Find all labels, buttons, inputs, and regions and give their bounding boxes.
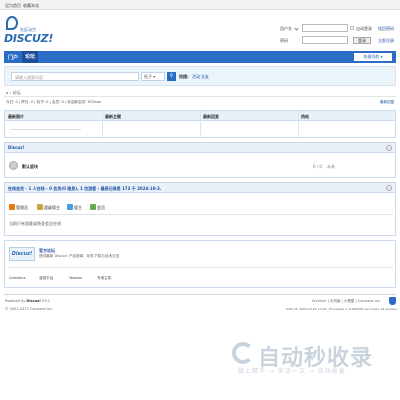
powered-brand-link[interactable]: Discuz! (26, 299, 40, 303)
official-forum-logo[interactable]: Discuz! (9, 247, 35, 261)
version-text: X3.2 (41, 299, 50, 303)
shield-icon (389, 297, 396, 305)
username-select[interactable]: 用户名 (280, 26, 292, 32)
hot-search-label: 热搜: (179, 74, 189, 79)
mod-icon (67, 204, 73, 210)
auto-login-label: 自动登录 (356, 26, 372, 31)
col-hot: 热帖 (301, 114, 309, 119)
quick-nav-button[interactable]: 快捷导航 ▾ (354, 53, 392, 61)
search-icon: ⚲ (169, 73, 174, 79)
username-field[interactable] (302, 24, 348, 32)
breadcrumb-separator: › (9, 90, 12, 95)
divider (9, 267, 393, 268)
admin-icon (9, 204, 15, 210)
powered-label: Powered by (5, 299, 26, 303)
logo-bubble-icon (6, 16, 18, 30)
latest-panel: 最新图片 最新主题 最新回复 热帖 (4, 110, 396, 138)
home-icon[interactable]: ⌂ (6, 90, 9, 95)
forum-last-post: 从未 (327, 164, 335, 169)
friend-links: Discuz! 官方论坛 提供最新 Discuz! 产品新闻、软件下载与技术交流… (4, 240, 396, 288)
forum-category-discuz: Discuz! − 默认版块 0 / 0 从未 (4, 142, 396, 178)
auto-login-checkbox[interactable] (350, 26, 354, 30)
image-slider-placeholder (11, 129, 81, 130)
search-placeholder: 请输入搜索内容 (15, 75, 43, 80)
login-button[interactable]: 登录 (353, 37, 371, 44)
watermark-logo-icon (232, 342, 254, 364)
chevron-down-icon (294, 26, 299, 31)
category-title[interactable]: Discuz! (5, 143, 395, 153)
nav-portal[interactable]: 门户 (8, 54, 18, 61)
breadcrumb-current[interactable]: 论坛 (13, 90, 21, 95)
col-divider (298, 111, 299, 137)
collapse-icon[interactable]: − (386, 145, 392, 151)
forum-name[interactable]: 默认版块 (22, 164, 38, 170)
nav-forum[interactable]: 论坛 (22, 51, 39, 63)
latest-reply-link[interactable]: 最新回复 (380, 100, 394, 105)
link-item[interactable]: Comsenz (9, 276, 25, 280)
footer-links[interactable]: Archiver | 手机版 | 小黑屋 | Comsenz Inc. (312, 299, 381, 304)
search-type-value: 帖子 (144, 74, 152, 79)
super-mod-icon (37, 204, 43, 210)
divider (9, 214, 393, 215)
search-type-select[interactable]: 帖子 ▾ (141, 72, 165, 81)
search-bar: 请输入搜索内容 帖子 ▾ ⚲ 热搜: 活动 交友 (4, 66, 396, 86)
watermark-subtitle: 做上精华 → 来访一次 → 自动收录 (238, 368, 346, 375)
forgot-password-link[interactable]: 找回密码 (378, 26, 394, 32)
legend-label: 会员 (97, 205, 105, 210)
hot-search-item[interactable]: 活动 (192, 74, 200, 80)
footer-powered: Powered by Discuz! X3.2 (5, 299, 50, 303)
link-item[interactable]: Yeswan (69, 276, 82, 280)
footer-copyright: © 2001-2013 Comsenz Inc. (5, 307, 54, 311)
member-icon (90, 204, 96, 210)
col-divider (102, 111, 103, 137)
legend-label: 超级版主 (44, 205, 60, 210)
site-logo[interactable]: 社区动力 DISCUZ! (4, 14, 54, 46)
col-latest-images: 最新图片 (8, 114, 24, 119)
forum-stats: 今日: 0 | 昨日: 0 | 帖子: 0 | 会员: 4 | 欢迎新会员: f… (6, 100, 102, 104)
online-title[interactable]: 在线会员 - 1 人在线 - 0 会员(0 隐身), 1 位游客 - 最高记录是… (8, 186, 161, 192)
legend-label: 管理员 (16, 205, 28, 210)
register-link[interactable]: 立即注册 (378, 38, 394, 44)
link-item[interactable]: 专用主机 (97, 276, 111, 281)
search-button[interactable]: ⚲ (167, 72, 176, 81)
set-home-link[interactable]: 设为首页 (5, 3, 21, 9)
password-label: 密码 (280, 38, 288, 43)
col-latest-replies: 最新回复 (203, 114, 219, 119)
divider (4, 96, 396, 97)
main-nav: 门户 论坛 快捷导航 ▾ (4, 51, 396, 63)
forum-counts: 0 / 0 (313, 164, 322, 169)
col-latest-topics: 最新主题 (105, 114, 121, 119)
link-item[interactable]: 漫游平台 (39, 276, 53, 281)
quick-nav-label: 快捷导航 (363, 54, 380, 59)
hot-search-item[interactable]: 交友 (201, 74, 209, 80)
collapse-icon[interactable]: − (386, 185, 392, 191)
top-bar: 设为首页 收藏本站 (0, 0, 400, 10)
forum-icon (9, 161, 18, 170)
footer-time: GMT+8, 2024-10-25 17:08 , Processed in 0… (286, 307, 399, 311)
legend-label: 版主 (74, 205, 82, 210)
footer-divider (4, 294, 396, 295)
bookmark-link[interactable]: 收藏本站 (23, 3, 39, 9)
search-input[interactable]: 请输入搜索内容 (11, 72, 139, 81)
logo-text: DISCUZ! (4, 32, 54, 45)
online-panel: 在线会员 - 1 人在线 - 0 会员(0 隐身), 1 位游客 - 最高记录是… (4, 182, 396, 236)
online-empty-text: 当前只有游客或隐身会员在线 (9, 221, 61, 226)
official-forum-desc: 提供最新 Discuz! 产品新闻、软件下载与技术交流 (39, 254, 120, 258)
col-divider (200, 111, 201, 137)
password-field[interactable] (302, 36, 348, 44)
